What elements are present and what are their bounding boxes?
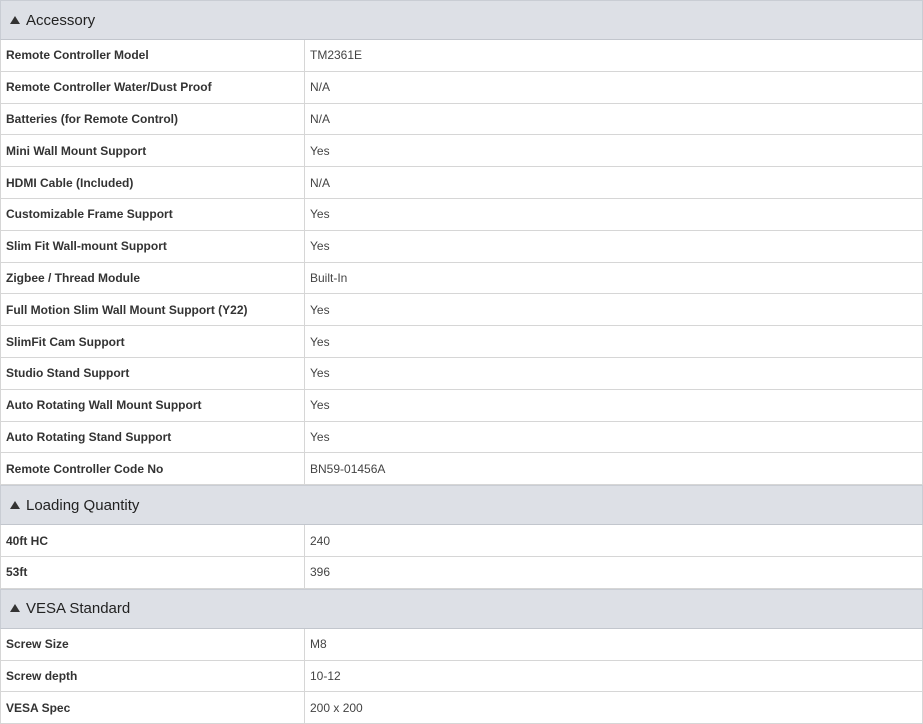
section-title: VESA Standard (26, 600, 131, 618)
spec-row: Screw Size M8 (0, 628, 923, 661)
spec-row: Customizable Frame Support Yes (0, 198, 923, 231)
section-title: Loading Quantity (26, 496, 140, 514)
spec-value: Yes (310, 239, 330, 254)
spec-value: N/A (310, 175, 331, 190)
spec-row: 53ft 396 (0, 556, 923, 589)
spec-section: Loading Quantity 40ft HC 240 53ft 396 (0, 485, 923, 589)
spec-row: 40ft HC 240 (0, 525, 923, 557)
spec-row: VESA Spec 200 x 200 (0, 692, 923, 724)
spec-row: Slim Fit Wall-mount Support Yes (0, 230, 923, 263)
caret-up-icon (10, 15, 20, 24)
spec-value: N/A (310, 111, 331, 126)
spec-label: SlimFit Cam Support (1, 326, 305, 357)
spec-label: Mini Wall Mount Support (1, 135, 305, 167)
spec-label: Customizable Frame Support (1, 198, 305, 230)
spec-value: Yes (310, 398, 330, 413)
spec-row: Remote Controller Code No BN59-01456A (0, 453, 923, 486)
section-header-toggle[interactable]: Loading Quantity (0, 485, 923, 526)
spec-row: Auto Rotating Wall Mount Support Yes (0, 389, 923, 422)
spec-value: Yes (310, 429, 330, 444)
spec-value: M8 (310, 637, 327, 652)
spec-row: HDMI Cable (Included) N/A (0, 167, 923, 199)
spec-label: Screw depth (1, 660, 305, 692)
spec-label: Auto Rotating Wall Mount Support (1, 389, 305, 421)
spec-value: TM2361E (310, 48, 363, 63)
spec-section: Accessory Remote Controller Model TM2361E R… (0, 0, 923, 486)
spec-label: HDMI Cable (Included) (1, 167, 305, 198)
caret-up-icon (10, 604, 20, 613)
spec-label: Full Motion Slim Wall Mount Support (Y22… (1, 294, 305, 326)
spec-row: Remote Controller Water/Dust Proof N/A (0, 71, 923, 104)
spec-label: Slim Fit Wall-mount Support (1, 230, 305, 262)
spec-label: Studio Stand Support (1, 357, 305, 389)
spec-label: 40ft HC (1, 525, 305, 556)
spec-label: Screw Size (1, 628, 305, 660)
spec-row: Remote Controller Model TM2361E (0, 40, 923, 72)
spec-row: Screw depth 10-12 (0, 660, 923, 693)
spec-value: Yes (310, 207, 330, 222)
spec-value: 240 (310, 533, 331, 548)
spec-row: Zigbee / Thread Module Built-In (0, 262, 923, 295)
spec-row: Auto Rotating Stand Support Yes (0, 421, 923, 454)
spec-value: 10-12 (310, 668, 341, 683)
caret-up-icon (10, 500, 20, 509)
spec-value: Yes (310, 302, 330, 317)
section-header-toggle[interactable]: VESA Standard (0, 588, 923, 629)
spec-value: Yes (310, 143, 330, 158)
spec-value: 200 x 200 (310, 700, 363, 715)
spec-label: VESA Spec (1, 692, 305, 724)
spec-row: SlimFit Cam Support Yes (0, 326, 923, 358)
spec-row: Batteries (for Remote Control) N/A (0, 103, 923, 136)
spec-label: Auto Rotating Stand Support (1, 421, 305, 453)
spec-label: Remote Controller Water/Dust Proof (1, 71, 305, 103)
spec-value: Yes (310, 334, 330, 349)
spec-row: Full Motion Slim Wall Mount Support (Y22… (0, 294, 923, 327)
spec-value: Built-In (310, 270, 348, 285)
spec-row: Studio Stand Support Yes (0, 357, 923, 390)
section-header-toggle[interactable]: Accessory (0, 0, 923, 40)
spec-section: VESA Standard Screw Size M8 Screw depth 10-1… (0, 588, 923, 724)
section-title: Accessory (26, 11, 96, 29)
spec-value: 396 (310, 565, 331, 580)
spec-value: BN59-01456A (310, 461, 386, 476)
spec-label: Zigbee / Thread Module (1, 262, 305, 294)
spec-table: Accessory Remote Controller Model TM2361E R… (0, 0, 923, 724)
spec-value: N/A (310, 80, 331, 95)
spec-label: Remote Controller Code No (1, 453, 305, 485)
spec-label: Batteries (for Remote Control) (1, 103, 305, 135)
spec-value: Yes (310, 366, 330, 381)
spec-row: Mini Wall Mount Support Yes (0, 135, 923, 168)
spec-label: Remote Controller Model (1, 40, 305, 71)
spec-label: 53ft (1, 556, 305, 588)
